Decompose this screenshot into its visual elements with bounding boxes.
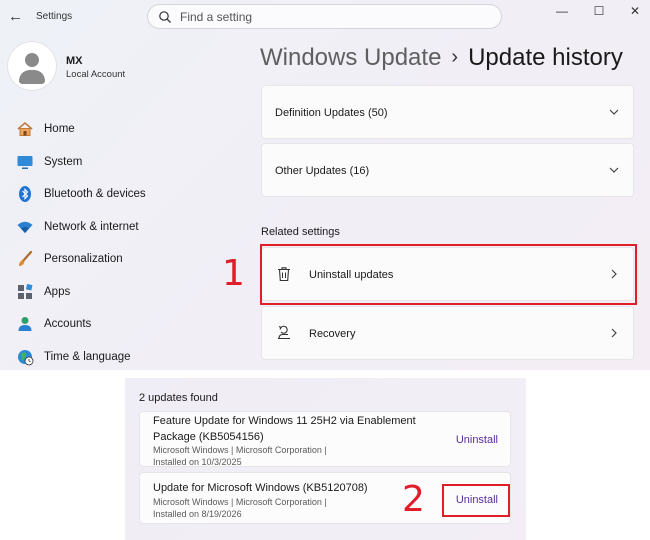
updates-count: 2 updates found	[139, 392, 218, 404]
group-label: Definition Updates (50)	[275, 107, 388, 119]
close-button[interactable]: ✕	[618, 2, 650, 20]
sidebar-item-label: Bluetooth & devices	[44, 188, 146, 200]
definition-updates-group[interactable]: Definition Updates (50)	[261, 85, 634, 139]
chevron-down-icon	[609, 167, 619, 173]
step2-highlight	[442, 484, 510, 517]
globe-clock-icon	[18, 349, 34, 365]
sidebar-item-label: Accounts	[44, 318, 92, 330]
title-bar: ← Settings — ☐ ✕	[0, 0, 650, 34]
breadcrumb-windows-update[interactable]: Windows Update	[260, 44, 441, 71]
app-title: Settings	[36, 11, 73, 22]
accounts-icon	[18, 317, 32, 331]
recovery-icon	[278, 325, 290, 340]
minimize-button[interactable]: —	[545, 2, 579, 20]
avatar	[8, 42, 56, 90]
sidebar-item-network[interactable]: Network & internet	[10, 211, 240, 244]
sidebar-item-system[interactable]: System	[10, 146, 240, 179]
update-row: Feature Update for Windows 11 25H2 via E…	[139, 411, 511, 467]
page-title: Windows Update › Update history	[260, 44, 623, 72]
sidebar-item-bluetooth[interactable]: Bluetooth & devices	[10, 178, 240, 211]
home-icon	[17, 121, 33, 136]
apps-icon	[18, 283, 33, 299]
update-install-date: Installed on 8/19/2026	[153, 509, 242, 519]
search-icon	[159, 11, 171, 23]
update-name: Feature Update for Windows 11 25H2 via E…	[153, 415, 416, 427]
sidebar-item-label: System	[44, 155, 83, 168]
recovery-link[interactable]: Recovery	[261, 306, 634, 360]
step1-highlight	[260, 244, 637, 305]
sidebar-nav: Home System Bluetooth & devices Network …	[10, 113, 240, 370]
breadcrumb-separator: ›	[451, 46, 459, 68]
update-name: Update for Microsoft Windows (KB5120708)	[153, 482, 368, 494]
sidebar-item-time-language[interactable]: Time & language	[10, 341, 240, 371]
wifi-icon	[17, 221, 33, 233]
account-type: Local Account	[66, 69, 126, 80]
uninstall-updates-panel: 2 updates found Feature Update for Windo…	[125, 378, 526, 540]
sidebar-item-home[interactable]: Home	[10, 113, 240, 146]
bluetooth-icon	[19, 186, 31, 202]
settings-window: ← Settings — ☐ ✕ MX Local Account Home	[0, 0, 650, 370]
sidebar-item-label: Time & language	[44, 350, 131, 363]
search-input[interactable]	[180, 9, 480, 25]
sidebar-item-label: Network & internet	[44, 220, 139, 233]
related-settings-heading: Related settings	[261, 226, 340, 238]
search-box[interactable]	[147, 4, 502, 29]
sidebar-item-label: Personalization	[44, 253, 123, 265]
sidebar-item-apps[interactable]: Apps	[10, 276, 240, 309]
update-name-cont: Package (KB5054156)	[153, 431, 264, 443]
chevron-right-icon	[611, 328, 617, 338]
back-arrow-icon[interactable]: ←	[8, 8, 23, 25]
uninstall-button[interactable]: Uninstall	[456, 434, 498, 446]
group-label: Other Updates (16)	[275, 165, 370, 177]
step2-number: 2	[402, 479, 425, 520]
sidebar-item-label: Apps	[44, 285, 71, 298]
breadcrumb-current: Update history	[468, 44, 623, 71]
sidebar-item-label: Home	[44, 123, 75, 135]
chevron-down-icon	[609, 109, 619, 115]
brush-icon	[19, 250, 33, 266]
sidebar-item-personalization[interactable]: Personalization	[10, 243, 240, 276]
sidebar-item-accounts[interactable]: Accounts	[10, 308, 240, 341]
step1-number: 1	[222, 253, 245, 294]
system-icon	[17, 155, 33, 169]
user-name: MX	[66, 55, 83, 67]
maximize-button[interactable]: ☐	[582, 2, 616, 20]
other-updates-group[interactable]: Other Updates (16)	[261, 143, 634, 197]
update-install-date: Installed on 10/3/2025	[153, 457, 242, 467]
related-item-label: Recovery	[309, 328, 356, 340]
